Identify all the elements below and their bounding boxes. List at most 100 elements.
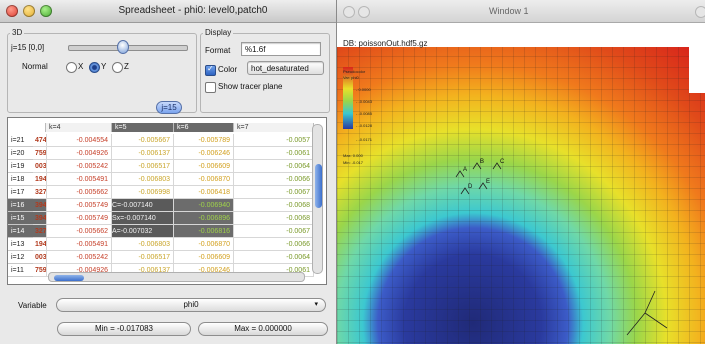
viz-titlebar[interactable]: Window 1 — [337, 0, 705, 23]
show-tracer-checkbox[interactable] — [205, 82, 216, 93]
max-button[interactable]: Max = 0.000000 — [198, 322, 328, 336]
table-cell[interactable]: -0.006517 — [112, 251, 174, 264]
table-cell[interactable]: -0.006418 — [174, 186, 234, 199]
table-cell[interactable]: 194 — [33, 173, 47, 186]
col-header-k6[interactable]: k=6 — [174, 123, 234, 132]
close-window-button[interactable] — [343, 6, 355, 18]
table-cell[interactable]: -0.006517 — [112, 160, 174, 173]
trace-marker-label: D — [468, 184, 473, 190]
legend-label: Max: 0.000 — [343, 153, 364, 158]
table-cell[interactable]: -0.005789 — [174, 134, 234, 147]
col-header-k5[interactable]: k=5 — [112, 123, 174, 132]
legend-label: Min: -0.017 — [343, 160, 364, 165]
table-cell[interactable]: -0.006803 — [112, 173, 174, 186]
col-header-k4[interactable]: k=4 — [46, 123, 112, 132]
table-cell[interactable]: -0.006940 — [174, 199, 234, 212]
table-cell[interactable]: 194 — [33, 238, 47, 251]
table-cell[interactable]: -0.0066 — [234, 173, 314, 186]
chevron-down-icon: ▾ — [314, 301, 318, 308]
spreadsheet-titlebar[interactable]: Spreadsheet - phi0: level0,patch0 — [0, 0, 336, 23]
table-cell[interactable]: 394 — [33, 212, 47, 225]
format-input[interactable]: %1.6f — [241, 42, 321, 56]
table-cell[interactable]: 759 — [33, 147, 47, 160]
table-cell[interactable]: -0.005667 — [112, 134, 174, 147]
table-cell[interactable]: 759 — [33, 264, 47, 277]
table-cell[interactable]: 394 — [33, 199, 47, 212]
trace-marker-label: E — [486, 179, 490, 185]
trace-marker-label: C — [500, 159, 505, 165]
variable-dropdown[interactable]: phi0 ▾ — [56, 298, 326, 312]
legend-label: Var: phi0 — [343, 75, 359, 80]
table-cell[interactable]: -0.006803 — [112, 238, 174, 251]
table-cell[interactable]: 327 — [33, 225, 47, 238]
color-checkbox[interactable] — [205, 64, 216, 76]
pseudocolor-plot[interactable]: PseudocolorVar: phi0 - 0.0000 - -0.0043 - -… — [337, 23, 705, 344]
table-vertical-scroll-thumb[interactable] — [315, 164, 322, 208]
normal-y-radio[interactable] — [89, 62, 100, 73]
normal-y-label: Y — [101, 62, 107, 71]
table-cell[interactable]: -0.005242 — [46, 251, 112, 264]
slice-tab[interactable]: j=15 — [156, 101, 182, 114]
table-cell[interactable]: -0.0057 — [234, 134, 314, 147]
legend-label: - -0.0085 — [356, 111, 373, 116]
trace-marker-label: A — [463, 167, 467, 173]
table-cell[interactable]: -0.006246 — [174, 147, 234, 160]
table-cell[interactable]: 327 — [33, 186, 47, 199]
table-cell[interactable]: -0.006896 — [174, 212, 234, 225]
table-cell[interactable]: -0.006998 — [112, 186, 174, 199]
min-button[interactable]: Min = -0.017083 — [57, 322, 191, 336]
table-cell[interactable]: -0.005749 — [46, 199, 112, 212]
normal-z-label: Z — [124, 62, 129, 71]
table-cell[interactable]: 003 — [33, 160, 47, 173]
table-cell[interactable]: -0.0067 — [234, 225, 314, 238]
col-header-blank — [8, 123, 46, 132]
minimize-window-button[interactable] — [358, 6, 370, 18]
table-horizontal-scrollbar[interactable] — [48, 272, 305, 282]
zoom-window-button[interactable] — [40, 5, 52, 17]
table-cell[interactable]: -0.004926 — [46, 147, 112, 160]
zoom-window-button[interactable] — [695, 6, 705, 18]
table-cell[interactable]: C=-0.007140 — [112, 199, 174, 212]
table-cell[interactable]: -0.005491 — [46, 173, 112, 186]
table-cell[interactable]: Sx=-0.007140 — [112, 212, 174, 225]
table-cell[interactable]: 003 — [33, 251, 47, 264]
table-cell[interactable]: -0.006137 — [112, 147, 174, 160]
table-cell[interactable]: -0.006870 — [174, 238, 234, 251]
table-cell[interactable]: -0.0061 — [234, 147, 314, 160]
table-cell[interactable]: -0.005662 — [46, 186, 112, 199]
color-label: Color — [218, 65, 238, 74]
table-cell[interactable]: -0.005491 — [46, 238, 112, 251]
variable-label: Variable — [18, 301, 47, 310]
table-cell[interactable]: 474 — [33, 134, 47, 147]
table-cell[interactable]: -0.006609 — [174, 160, 234, 173]
table-cell[interactable]: -0.0064 — [234, 160, 314, 173]
normal-x-radio[interactable] — [66, 62, 77, 73]
3d-group-label: 3D — [10, 28, 25, 37]
table-cell[interactable]: -0.006609 — [174, 251, 234, 264]
table-cell[interactable]: -0.0067 — [234, 186, 314, 199]
col-header-k7[interactable]: k=7 — [234, 123, 314, 132]
table-cell[interactable]: -0.005749 — [46, 212, 112, 225]
table-cell[interactable]: -0.006870 — [174, 173, 234, 186]
spreadsheet-table[interactable]: k=4 k=5 k=6 k=7 i=21 474 -0.004554 -0.00566… — [7, 117, 327, 285]
minimize-window-button[interactable] — [23, 5, 35, 17]
table-cell[interactable]: -0.0066 — [234, 238, 314, 251]
table-cell[interactable]: -0.0068 — [234, 212, 314, 225]
table-cell[interactable]: -0.0064 — [234, 251, 314, 264]
normal-x-label: X — [78, 62, 84, 71]
table-cell[interactable]: -0.004554 — [46, 134, 112, 147]
normal-label: Normal — [22, 62, 48, 71]
table-cell[interactable]: -0.0068 — [234, 199, 314, 212]
database-label: DB: poissonOut.hdf5.gz — [343, 39, 428, 48]
normal-z-radio[interactable] — [112, 62, 123, 73]
table-cell[interactable]: -0.005242 — [46, 160, 112, 173]
table-cell[interactable]: A=-0.007032 — [112, 225, 174, 238]
table-cell[interactable]: -0.006816 — [174, 225, 234, 238]
slice-slider-thumb[interactable] — [117, 40, 129, 54]
slice-index-label: j=15 [0,0] — [11, 43, 45, 52]
colortable-button[interactable]: hot_desaturated — [247, 61, 324, 75]
table-cell[interactable]: -0.005662 — [46, 225, 112, 238]
table-horizontal-scroll-thumb[interactable] — [54, 275, 84, 281]
close-window-button[interactable] — [6, 5, 18, 17]
show-tracer-label: Show tracer plane — [218, 82, 283, 91]
